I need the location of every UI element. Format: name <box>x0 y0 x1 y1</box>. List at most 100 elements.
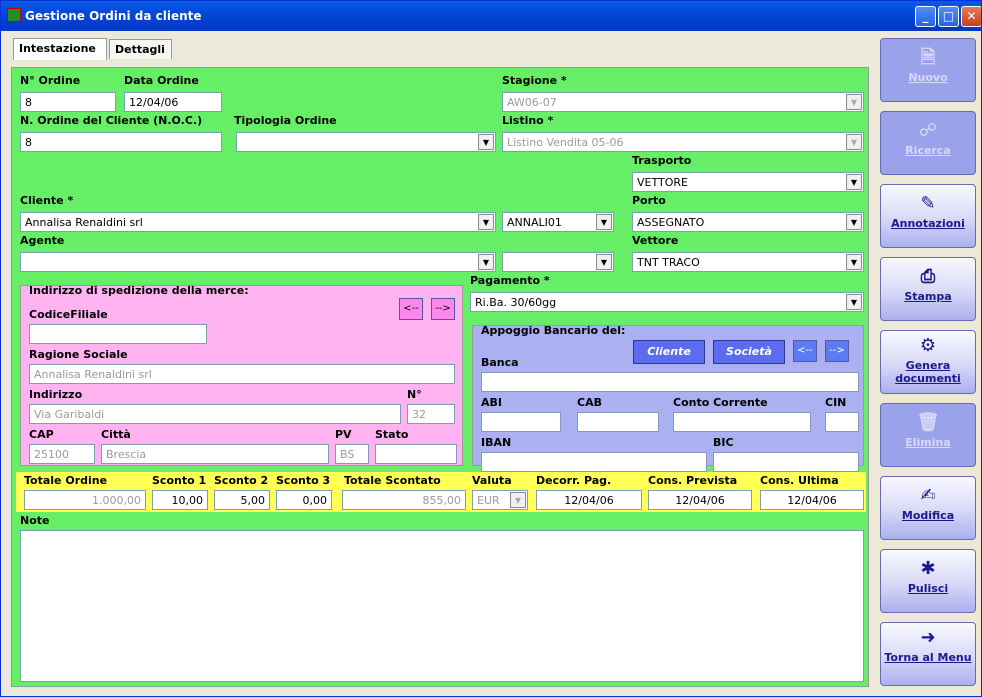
totale-scontato-field[interactable]: 855,00 <box>342 490 466 510</box>
shipping-title: Indirizzo di spedizione della merce: <box>29 284 249 297</box>
decorr-label: Decorr. Pag. <box>536 474 612 487</box>
cab-field[interactable] <box>577 412 659 432</box>
app-icon <box>7 8 21 22</box>
agente-label: Agente <box>20 234 65 247</box>
valuta-label: Valuta <box>472 474 512 487</box>
annotazioni-button[interactable]: ✎ Annotazioni <box>880 184 976 248</box>
next-bank-button[interactable]: --> <box>825 340 849 362</box>
pagamento-select[interactable]: Ri.Ba. 30/60gg ▼ <box>470 292 864 312</box>
trasporto-select[interactable]: VETTORE ▼ <box>632 172 864 192</box>
agente-code-select[interactable]: ▼ <box>502 252 614 272</box>
note-textarea[interactable] <box>20 530 864 682</box>
elimina-button[interactable]: 🗑 Elimina <box>880 403 976 467</box>
close-button[interactable]: ✕ <box>961 6 981 27</box>
dropdown-arrow-icon[interactable]: ▼ <box>846 134 862 150</box>
n-ordine-label: N° Ordine <box>20 74 81 87</box>
listino-select[interactable]: Listino Vendita 05-06 ▼ <box>502 132 864 152</box>
notepad-icon: ✎ <box>920 193 936 214</box>
sconto1-field[interactable]: 10,00 <box>152 490 208 510</box>
dropdown-arrow-icon[interactable]: ▼ <box>596 254 612 270</box>
app-window: Gestione Ordini da cliente _ □ ✕ Intesta… <box>0 0 982 697</box>
tab-dettagli[interactable]: Dettagli <box>109 39 172 59</box>
exit-door-icon: ➜ <box>920 627 936 648</box>
cons-ultima-field[interactable]: 12/04/06 <box>760 490 864 510</box>
cliente-bank-button[interactable]: Cliente <box>633 340 705 364</box>
totale-scontato-label: Totale Scontato <box>344 474 441 487</box>
dropdown-arrow-icon[interactable]: ▼ <box>846 174 862 190</box>
order-header-form: N° Ordine 8 Data Ordine 12/04/06 Stagion… <box>11 67 869 687</box>
codice-filiale-field[interactable] <box>29 324 207 344</box>
cap-field[interactable]: 25100 <box>29 444 95 464</box>
decorr-field[interactable]: 12/04/06 <box>536 490 642 510</box>
dropdown-arrow-icon[interactable]: ▼ <box>846 214 862 230</box>
dropdown-arrow-icon[interactable]: ▼ <box>510 492 526 508</box>
maximize-button[interactable]: □ <box>938 6 959 27</box>
numero-field[interactable]: 32 <box>407 404 455 424</box>
stampa-button[interactable]: ⎙ Stampa <box>880 257 976 321</box>
cliente-label: Cliente * <box>20 194 74 207</box>
bic-field[interactable] <box>713 452 859 472</box>
sconto3-field[interactable]: 0,00 <box>276 490 332 510</box>
cin-label: CIN <box>825 396 847 409</box>
data-ordine-field[interactable]: 12/04/06 <box>124 92 222 112</box>
dropdown-arrow-icon[interactable]: ▼ <box>478 214 494 230</box>
totals-bar: Totale Ordine 1.000,00 Sconto 1 10,00 Sc… <box>16 472 866 512</box>
numero-label: N° <box>407 388 422 401</box>
dropdown-arrow-icon[interactable]: ▼ <box>478 254 494 270</box>
main-panel: Intestazione Dettagli N° Ordine 8 Data O… <box>7 35 873 693</box>
cliente-code-select[interactable]: ANNALI01 ▼ <box>502 212 614 232</box>
iban-field[interactable] <box>481 452 707 472</box>
nuovo-button[interactable]: 🗎 Nuovo <box>880 38 976 102</box>
indirizzo-field[interactable]: Via Garibaldi <box>29 404 401 424</box>
action-sidebar: 🗎 Nuovo ☍ Ricerca ✎ Annotazioni ⎙ Stampa ⚙ Ge… <box>875 35 981 695</box>
tipologia-select[interactable]: ▼ <box>236 132 496 152</box>
agente-select[interactable]: ▼ <box>20 252 496 272</box>
minimize-button[interactable]: _ <box>915 6 936 27</box>
ricerca-button[interactable]: ☍ Ricerca <box>880 111 976 175</box>
pv-field[interactable]: BS <box>335 444 369 464</box>
porto-select[interactable]: ASSEGNATO ▼ <box>632 212 864 232</box>
citta-field[interactable]: Brescia <box>101 444 329 464</box>
cons-ultima-label: Cons. Ultima <box>760 474 839 487</box>
prev-bank-button[interactable]: <-- <box>793 340 817 362</box>
tab-intestazione[interactable]: Intestazione <box>13 38 107 60</box>
vettore-select[interactable]: TNT TRACO ▼ <box>632 252 864 272</box>
cons-prevista-field[interactable]: 12/04/06 <box>648 490 752 510</box>
noc-field[interactable]: 8 <box>20 132 222 152</box>
n-ordine-field[interactable]: 8 <box>20 92 116 112</box>
ragione-sociale-field[interactable]: Annalisa Renaldini srl <box>29 364 455 384</box>
trash-icon: 🗑 <box>916 412 940 433</box>
pulisci-button[interactable]: ✱ Pulisci <box>880 549 976 613</box>
banca-field[interactable] <box>481 372 859 392</box>
totale-ordine-field[interactable]: 1.000,00 <box>24 490 146 510</box>
stato-field[interactable] <box>375 444 457 464</box>
cliente-select[interactable]: Annalisa Renaldini srl ▼ <box>20 212 496 232</box>
abi-field[interactable] <box>481 412 561 432</box>
dropdown-arrow-icon[interactable]: ▼ <box>846 254 862 270</box>
cin-field[interactable] <box>825 412 859 432</box>
porto-value: ASSEGNATO <box>637 216 705 229</box>
dropdown-arrow-icon[interactable]: ▼ <box>846 294 862 310</box>
pagamento-value: Ri.Ba. 30/60gg <box>475 296 557 309</box>
sconto2-field[interactable]: 5,00 <box>214 490 270 510</box>
stagione-label: Stagione * <box>502 74 567 87</box>
genera-documenti-button[interactable]: ⚙ Genera documenti <box>880 330 976 394</box>
cliente-value: Annalisa Renaldini srl <box>25 216 143 229</box>
vettore-label: Vettore <box>632 234 679 247</box>
prev-address-button[interactable]: <-- <box>399 298 423 320</box>
dropdown-arrow-icon[interactable]: ▼ <box>596 214 612 230</box>
modifica-button[interactable]: ✍ Modifica <box>880 476 976 540</box>
title-bar[interactable]: Gestione Ordini da cliente _ □ ✕ <box>1 1 981 31</box>
iban-label: IBAN <box>481 436 512 449</box>
torna-menu-button[interactable]: ➜ Torna al Menu <box>880 622 976 686</box>
next-address-button[interactable]: --> <box>431 298 455 320</box>
dropdown-arrow-icon[interactable]: ▼ <box>478 134 494 150</box>
conto-field[interactable] <box>673 412 811 432</box>
societa-bank-button[interactable]: Società <box>713 340 785 364</box>
shipping-address-group: Indirizzo di spedizione della merce: <--… <box>20 284 463 466</box>
sconto1-label: Sconto 1 <box>152 474 207 487</box>
stagione-select[interactable]: AW06-07 ▼ <box>502 92 864 112</box>
pagamento-label: Pagamento * <box>470 274 550 287</box>
dropdown-arrow-icon[interactable]: ▼ <box>846 94 862 110</box>
valuta-select[interactable]: EUR ▼ <box>472 490 528 510</box>
